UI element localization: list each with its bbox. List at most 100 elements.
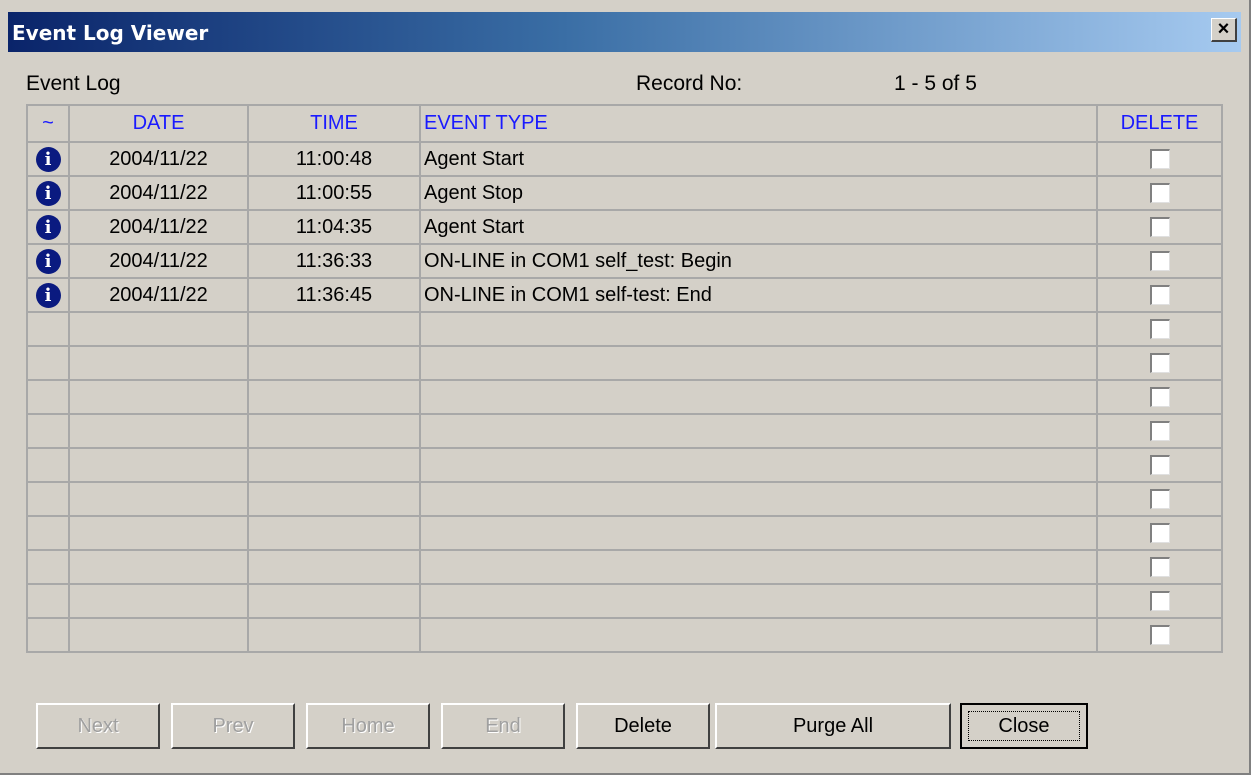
delete-checkbox[interactable]	[1149, 625, 1170, 646]
title-bar: Event Log Viewer ×	[8, 12, 1241, 52]
info-icon: i	[35, 180, 61, 206]
event-table: ~ DATE TIME EVENT TYPE DELETE i 2004/11/2…	[26, 104, 1223, 653]
table-row[interactable]: i 2004/11/22 11:36:45 ON-LINE in COM1 self-…	[26, 277, 1223, 313]
close-button-label: Close	[998, 715, 1050, 737]
delete-checkbox[interactable]	[1149, 183, 1170, 204]
row-time: 11:00:55	[247, 175, 421, 211]
delete-checkbox[interactable]	[1149, 557, 1170, 578]
row-date	[68, 549, 249, 585]
column-header-icon[interactable]: ~	[26, 104, 70, 143]
next-button-label: Next	[77, 715, 119, 737]
delete-checkbox[interactable]	[1149, 217, 1170, 238]
table-row[interactable]	[26, 583, 1223, 619]
row-time	[247, 379, 421, 415]
table-row[interactable]: i 2004/11/22 11:00:48 Agent Start	[26, 141, 1223, 177]
home-button-label: Home	[341, 715, 395, 737]
row-icon-cell	[26, 583, 70, 619]
row-date: 2004/11/22	[68, 141, 249, 177]
table-row[interactable]	[26, 379, 1223, 415]
row-delete-cell	[1096, 379, 1223, 415]
column-header-event-type[interactable]: EVENT TYPE	[419, 104, 1098, 143]
delete-checkbox[interactable]	[1149, 285, 1170, 306]
row-date	[68, 345, 249, 381]
home-button[interactable]: Home	[306, 703, 430, 749]
delete-button[interactable]: Delete	[576, 703, 710, 749]
delete-checkbox[interactable]	[1149, 523, 1170, 544]
row-icon-cell	[26, 549, 70, 585]
row-delete-cell	[1096, 515, 1223, 551]
table-header-row: ~ DATE TIME EVENT TYPE DELETE	[26, 104, 1223, 143]
table-row[interactable]	[26, 617, 1223, 653]
table-row[interactable]	[26, 447, 1223, 483]
row-date	[68, 447, 249, 483]
table-row[interactable]	[26, 481, 1223, 517]
table-row[interactable]: i 2004/11/22 11:04:35 Agent Start	[26, 209, 1223, 245]
table-row[interactable]	[26, 549, 1223, 585]
delete-checkbox[interactable]	[1149, 319, 1170, 340]
row-time: 11:00:48	[247, 141, 421, 177]
purge-all-button[interactable]: Purge All	[715, 703, 951, 749]
column-header-delete[interactable]: DELETE	[1096, 104, 1223, 143]
row-time	[247, 413, 421, 449]
row-date: 2004/11/22	[68, 209, 249, 245]
row-event-type	[419, 583, 1098, 619]
event-log-viewer-window: Event Log Viewer × Event Log Record No: …	[0, 0, 1251, 775]
close-window-icon[interactable]: ×	[1211, 18, 1237, 42]
table-row[interactable]	[26, 515, 1223, 551]
row-event-type: ON-LINE in COM1 self_test: Begin	[419, 243, 1098, 279]
next-button[interactable]: Next	[36, 703, 160, 749]
end-button-label: End	[485, 715, 521, 737]
row-icon-cell	[26, 311, 70, 347]
row-delete-cell	[1096, 141, 1223, 177]
table-row[interactable]: i 2004/11/22 11:00:55 Agent Stop	[26, 175, 1223, 211]
row-event-type: Agent Start	[419, 141, 1098, 177]
delete-checkbox[interactable]	[1149, 353, 1170, 374]
info-icon: i	[35, 214, 61, 240]
row-event-type	[419, 481, 1098, 517]
row-event-type: Agent Start	[419, 209, 1098, 245]
delete-checkbox[interactable]	[1149, 387, 1170, 408]
row-date: 2004/11/22	[68, 243, 249, 279]
row-time	[247, 345, 421, 381]
row-delete-cell	[1096, 209, 1223, 245]
delete-checkbox[interactable]	[1149, 489, 1170, 510]
column-header-date[interactable]: DATE	[68, 104, 249, 143]
row-icon-cell	[26, 345, 70, 381]
row-date: 2004/11/22	[68, 277, 249, 313]
row-event-type	[419, 515, 1098, 551]
table-row[interactable]	[26, 311, 1223, 347]
delete-checkbox[interactable]	[1149, 251, 1170, 272]
row-icon-cell	[26, 617, 70, 653]
row-icon-cell: i	[26, 141, 70, 177]
row-event-type	[419, 447, 1098, 483]
row-event-type: ON-LINE in COM1 self-test: End	[419, 277, 1098, 313]
table-row[interactable]	[26, 413, 1223, 449]
row-time: 11:36:33	[247, 243, 421, 279]
row-icon-cell: i	[26, 277, 70, 313]
row-delete-cell	[1096, 413, 1223, 449]
row-date	[68, 413, 249, 449]
row-event-type	[419, 379, 1098, 415]
row-delete-cell	[1096, 277, 1223, 313]
prev-button[interactable]: Prev	[171, 703, 295, 749]
row-icon-cell: i	[26, 175, 70, 211]
table-row[interactable]	[26, 345, 1223, 381]
row-date	[68, 311, 249, 347]
window-title: Event Log Viewer	[12, 21, 209, 45]
table-row[interactable]: i 2004/11/22 11:36:33 ON-LINE in COM1 self_…	[26, 243, 1223, 279]
delete-checkbox[interactable]	[1149, 591, 1170, 612]
row-event-type	[419, 549, 1098, 585]
end-button[interactable]: End	[441, 703, 565, 749]
row-date	[68, 379, 249, 415]
row-event-type	[419, 413, 1098, 449]
record-range: 1 - 5 of 5	[894, 72, 977, 95]
delete-checkbox[interactable]	[1149, 455, 1170, 476]
purge-all-button-label: Purge All	[792, 715, 874, 737]
close-button[interactable]: Close	[960, 703, 1088, 749]
delete-checkbox[interactable]	[1149, 149, 1170, 170]
column-header-time[interactable]: TIME	[247, 104, 421, 143]
row-date	[68, 515, 249, 551]
info-icon: i	[35, 282, 61, 308]
delete-checkbox[interactable]	[1149, 421, 1170, 442]
row-date	[68, 481, 249, 517]
